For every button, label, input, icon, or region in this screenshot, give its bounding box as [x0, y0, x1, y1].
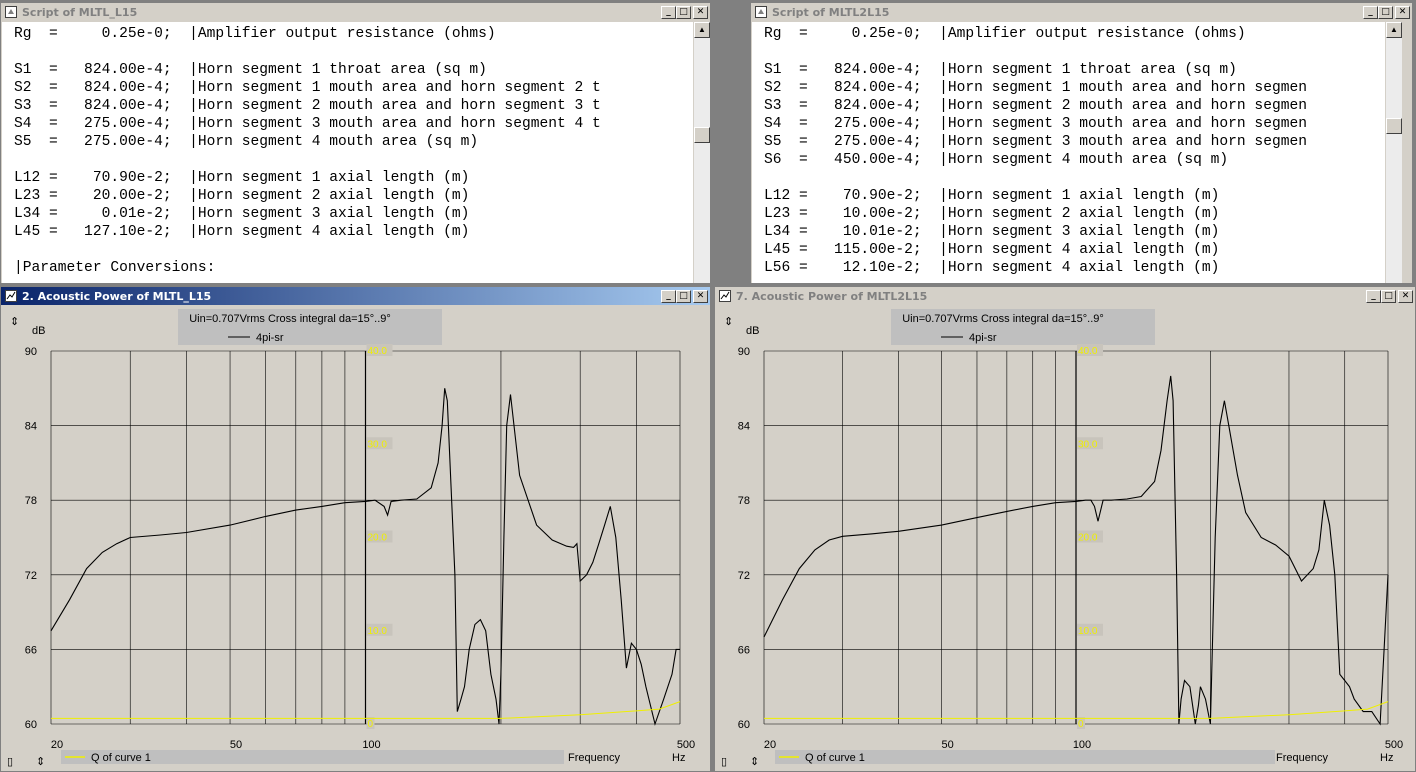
script-text-area[interactable]: Rg = 0.25e-0; |Amplifier output resistan…	[752, 22, 1385, 283]
vertical-scrollbar[interactable]: ▲	[693, 22, 710, 283]
y-tick-label: 72	[25, 570, 37, 582]
script-line: S5 = 275.00e-4; |Horn segment 3 mouth ar…	[764, 134, 1307, 150]
window-title: Script of MLTL_L15	[22, 5, 138, 19]
scroll-up-icon[interactable]: ▲	[694, 22, 710, 38]
q-tick-label: 20.0	[368, 533, 388, 544]
q-legend-label: Q of curve 1	[805, 752, 865, 764]
script-line: S6 = 450.00e-4; |Horn segment 4 mouth ar…	[764, 152, 1229, 168]
script-line: S4 = 275.00e-4; |Horn segment 3 mouth ar…	[764, 116, 1307, 132]
close-button[interactable]: ✕	[1395, 5, 1410, 19]
script-line: L34 = 0.01e-2; |Horn segment 3 axial len…	[14, 206, 470, 222]
plot-window-2: 7. Acoustic Power of MLTL2L15 _ □ ✕ Uin=…	[714, 286, 1416, 772]
acoustic-power-chart[interactable]: Uin=0.707Vrms Cross integral da=15°..9° 4…	[1, 287, 711, 772]
page-icon: ▯	[7, 756, 13, 768]
script-app-icon	[754, 5, 768, 19]
page-icon: ▯	[721, 756, 727, 768]
y-scroll-icon: ⇕	[10, 316, 19, 328]
script-line: L23 = 20.00e-2; |Horn segment 2 axial le…	[14, 188, 470, 204]
script-app-icon	[4, 5, 18, 19]
acoustic-power-chart[interactable]: Uin=0.707Vrms Cross integral da=15°..9° 4…	[715, 287, 1416, 772]
legend-series-label: 4pi-sr	[969, 332, 997, 344]
y-tick-label: 66	[738, 644, 750, 656]
q-tick-label: 0	[1078, 719, 1084, 730]
y-tick-label: 84	[738, 421, 750, 433]
x-axis-unit: Hz	[1380, 752, 1393, 764]
script-line: S5 = 275.00e-4; |Horn segment 4 mouth ar…	[14, 134, 479, 150]
minimize-button[interactable]: _	[661, 5, 676, 19]
q-tick-label: 0	[368, 719, 374, 730]
legend-title: Uin=0.707Vrms Cross integral da=15°..9°	[902, 313, 1104, 325]
y-tick-label: 78	[738, 495, 750, 507]
script-line: S3 = 824.00e-4; |Horn segment 2 mouth ar…	[14, 98, 601, 114]
q-tick-label: 20.0	[1078, 533, 1098, 544]
scroll-up-icon[interactable]: ▲	[1386, 22, 1402, 38]
x-scroll-icon: ⇕	[750, 756, 759, 768]
x-tick-label: 500	[677, 739, 695, 751]
script-window-1-titlebar[interactable]: Script of MLTL_L15 _ □ ✕	[1, 3, 710, 21]
maximize-button[interactable]: □	[676, 5, 691, 19]
script-line: L45 = 127.10e-2; |Horn segment 4 axial l…	[14, 224, 470, 240]
plot-window-1: 2. Acoustic Power of MLTL_L15 _ □ ✕ Uin=…	[0, 286, 711, 772]
x-scroll-icon: ⇕	[36, 756, 45, 768]
y-unit-label: dB	[746, 325, 759, 337]
script-line: L12 = 70.90e-2; |Horn segment 1 axial le…	[764, 188, 1220, 204]
y-unit-label: dB	[32, 325, 45, 337]
script-line: L23 = 10.00e-2; |Horn segment 2 axial le…	[764, 206, 1220, 222]
x-tick-label: 20	[764, 739, 776, 751]
x-tick-label: 500	[1385, 739, 1403, 751]
y-tick-label: 90	[738, 346, 750, 358]
script-line: S2 = 824.00e-4; |Horn segment 1 mouth ar…	[14, 80, 601, 96]
x-axis-unit: Hz	[672, 752, 685, 764]
script-window-2: Script of MLTL2L15 _ □ ✕ Rg = 0.25e-0; |…	[750, 2, 1413, 284]
script-line: Rg = 0.25e-0; |Amplifier output resistan…	[14, 26, 496, 42]
script-line: |Parameter Conversions:	[14, 260, 216, 276]
y-tick-label: 60	[738, 719, 750, 731]
script-line: L56 = 12.10e-2; |Horn segment 4 axial le…	[764, 260, 1220, 276]
script-line: S4 = 275.00e-4; |Horn segment 3 mouth ar…	[14, 116, 601, 132]
script-line: Rg = 0.25e-0; |Amplifier output resistan…	[764, 26, 1246, 42]
y-tick-label: 78	[25, 495, 37, 507]
y-scroll-icon: ⇕	[724, 316, 733, 328]
x-axis-name: Frequency	[1276, 752, 1328, 764]
q-tick-label: 30.0	[368, 439, 388, 450]
y-tick-label: 60	[25, 719, 37, 731]
legend-series-label: 4pi-sr	[256, 332, 284, 344]
q-tick-label: 40.0	[368, 346, 388, 357]
script-line: L45 = 115.00e-2; |Horn segment 4 axial l…	[764, 242, 1220, 258]
script-line: S2 = 824.00e-4; |Horn segment 1 mouth ar…	[764, 80, 1307, 96]
legend-title: Uin=0.707Vrms Cross integral da=15°..9°	[189, 313, 391, 325]
q-tick-label: 10.0	[1078, 626, 1098, 637]
x-tick-label: 100	[1073, 739, 1091, 751]
script-text-area[interactable]: Rg = 0.25e-0; |Amplifier output resistan…	[2, 22, 693, 283]
script-line: S1 = 824.00e-4; |Horn segment 1 throat a…	[14, 62, 487, 78]
q-tick-label: 10.0	[368, 626, 388, 637]
y-tick-label: 90	[25, 346, 37, 358]
script-window-1: Script of MLTL_L15 _ □ ✕ Rg = 0.25e-0; |…	[0, 2, 711, 284]
y-tick-label: 84	[25, 421, 37, 433]
q-tick-label: 40.0	[1078, 346, 1098, 357]
x-tick-label: 100	[362, 739, 380, 751]
close-button[interactable]: ✕	[693, 5, 708, 19]
script-line: S3 = 824.00e-4; |Horn segment 2 mouth ar…	[764, 98, 1307, 114]
minimize-button[interactable]: _	[1363, 5, 1378, 19]
q-tick-label: 30.0	[1078, 439, 1098, 450]
vertical-scrollbar[interactable]: ▲	[1385, 22, 1402, 283]
script-line: S1 = 824.00e-4; |Horn segment 1 throat a…	[764, 62, 1237, 78]
scroll-thumb[interactable]	[1386, 118, 1402, 134]
window-title: Script of MLTL2L15	[772, 5, 890, 19]
scroll-thumb[interactable]	[694, 127, 710, 143]
script-line: L12 = 70.90e-2; |Horn segment 1 axial le…	[14, 170, 470, 186]
y-tick-label: 66	[25, 644, 37, 656]
x-axis-name: Frequency	[568, 752, 620, 764]
q-legend-label: Q of curve 1	[91, 752, 151, 764]
maximize-button[interactable]: □	[1378, 5, 1393, 19]
script-window-2-titlebar[interactable]: Script of MLTL2L15 _ □ ✕	[751, 3, 1412, 21]
x-tick-label: 50	[942, 739, 954, 751]
script-line: L34 = 10.01e-2; |Horn segment 3 axial le…	[764, 224, 1220, 240]
y-tick-label: 72	[738, 570, 750, 582]
x-tick-label: 50	[230, 739, 242, 751]
x-tick-label: 20	[51, 739, 63, 751]
